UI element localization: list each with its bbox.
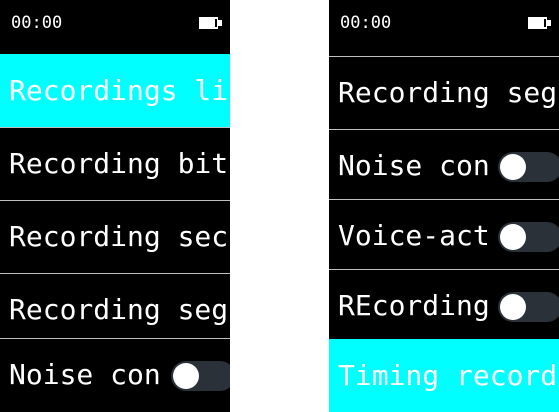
noise-control-toggle[interactable] bbox=[171, 361, 230, 391]
toggle-knob bbox=[173, 363, 199, 389]
battery-full-icon bbox=[199, 17, 222, 29]
menu-item-label: REcording bbox=[338, 289, 490, 322]
menu-item-label: Noise con bbox=[9, 358, 161, 391]
divider bbox=[0, 127, 230, 128]
toggle-knob bbox=[500, 154, 526, 180]
status-time: 00:00 bbox=[11, 13, 63, 33]
menu-item-recording-sec[interactable]: Recording sec bbox=[0, 200, 230, 273]
status-time: 00:00 bbox=[340, 13, 392, 33]
menu-item-label: Recording bit bbox=[9, 147, 229, 180]
divider bbox=[0, 273, 230, 274]
menu-item-label: Timing record bbox=[338, 359, 558, 392]
menu-item-timing-record[interactable]: Timing record bbox=[329, 339, 559, 412]
menu-item-recording-bitrate[interactable]: Recording bit bbox=[0, 127, 230, 200]
divider bbox=[329, 269, 559, 270]
toggle-knob bbox=[500, 294, 526, 320]
menu-item-label: Recording seg bbox=[338, 76, 558, 109]
divider bbox=[0, 338, 230, 339]
menu-item-recording-toggle[interactable]: REcording bbox=[329, 269, 559, 342]
menu-item-noise-control[interactable]: Noise con bbox=[329, 129, 559, 202]
divider bbox=[329, 56, 559, 57]
device-screen-right: 00:00 Recording seg Noise con Voice-act … bbox=[329, 0, 559, 412]
battery-full-icon bbox=[528, 17, 551, 29]
divider bbox=[329, 199, 559, 200]
device-screen-left: 00:00 Recordings li Recording bit Record… bbox=[0, 0, 230, 412]
voice-activation-toggle[interactable] bbox=[498, 222, 559, 252]
menu-item-label: Voice-act bbox=[338, 219, 490, 252]
divider bbox=[329, 129, 559, 130]
menu-item-recordings-list[interactable]: Recordings li bbox=[0, 54, 230, 127]
status-bar: 00:00 bbox=[0, 0, 230, 50]
status-bar: 00:00 bbox=[329, 0, 559, 50]
noise-control-toggle[interactable] bbox=[498, 152, 559, 182]
divider bbox=[0, 200, 230, 201]
recording-toggle[interactable] bbox=[498, 292, 559, 322]
toggle-knob bbox=[500, 224, 526, 250]
menu-item-label: Recording seg bbox=[9, 293, 229, 326]
menu-item-voice-activation[interactable]: Voice-act bbox=[329, 199, 559, 272]
menu-item-recording-segment[interactable]: Recording seg bbox=[329, 56, 559, 129]
menu-item-label: Recording sec bbox=[9, 220, 229, 253]
menu-item-label: Noise con bbox=[338, 149, 490, 182]
menu-item-label: Recordings li bbox=[9, 74, 229, 107]
menu-item-noise-control[interactable]: Noise con bbox=[0, 338, 230, 411]
menu-item-recording-segment[interactable]: Recording seg bbox=[0, 273, 230, 346]
